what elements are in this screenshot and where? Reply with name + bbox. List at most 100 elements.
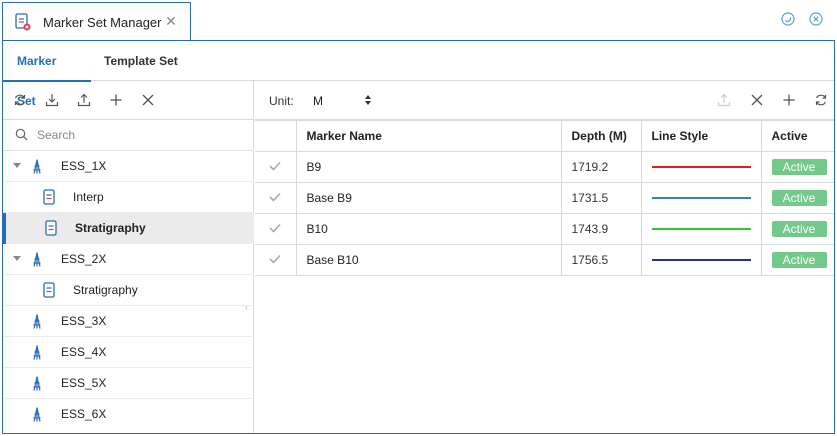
tree-item-label: ESS_6X xyxy=(61,407,107,421)
well-tree-pane: Search ESS_1X Interp Stratigraphy ESS_2X… xyxy=(3,81,254,433)
tree-item-label: ESS_1X xyxy=(61,159,107,173)
marker-set-icon xyxy=(15,13,31,31)
active-cell[interactable]: Active xyxy=(760,182,834,214)
tab-marker-set[interactable]: Marker Set xyxy=(3,41,91,108)
depth-cell[interactable]: 1743.9 xyxy=(560,213,642,245)
tree-item-label: Interp xyxy=(73,190,104,204)
marker-doc-icon xyxy=(43,282,55,298)
row-check-cell[interactable] xyxy=(255,151,297,183)
tree-item-label: Stratigraphy xyxy=(73,283,138,297)
tree-item-ess-5x[interactable]: ESS_5X xyxy=(3,368,254,399)
line-style-cell[interactable] xyxy=(640,151,762,183)
tree-item-stratigraphy-selected[interactable]: Stratigraphy xyxy=(3,213,254,244)
unit-label: Unit: xyxy=(269,94,294,108)
table-row[interactable]: B9 1719.2 Active xyxy=(255,151,834,183)
marker-name-cell[interactable]: Base B9 xyxy=(295,182,562,214)
expand-caret-icon[interactable] xyxy=(13,163,21,168)
well-icon xyxy=(33,345,41,360)
export-icon[interactable] xyxy=(77,93,91,107)
refresh-icon[interactable] xyxy=(13,93,27,107)
restore-icon[interactable] xyxy=(781,12,795,26)
subtab-bar: Marker Set Template Set xyxy=(3,41,834,108)
tree-item-label: ESS_2X xyxy=(61,252,107,266)
row-check-cell[interactable] xyxy=(255,182,297,214)
tree-item-ess-6x[interactable]: ESS_6X xyxy=(3,399,254,430)
tab-template-set[interactable]: Template Set xyxy=(104,41,184,81)
tree-item-stratigraphy[interactable]: Stratigraphy xyxy=(3,275,254,306)
well-icon xyxy=(33,407,41,422)
remove-marker-icon[interactable] xyxy=(750,93,764,107)
search-icon xyxy=(15,128,28,141)
check-icon[interactable] xyxy=(269,161,281,171)
search-box[interactable]: Search xyxy=(3,120,254,151)
column-header-line-style[interactable]: Line Style xyxy=(640,120,762,152)
line-style-swatch[interactable] xyxy=(651,197,751,199)
marker-name-cell[interactable]: B10 xyxy=(295,213,562,245)
tree-item-ess-4x[interactable]: ESS_4X xyxy=(3,337,254,368)
active-badge[interactable]: Active xyxy=(771,252,827,268)
line-style-swatch[interactable] xyxy=(651,166,751,168)
table-row[interactable]: Base B9 1731.5 Active xyxy=(255,182,834,214)
tab-template-set-label: Template Set xyxy=(104,54,178,68)
marker-table-pane: Unit: M Marker Name Depth (M) Line Style… xyxy=(255,81,834,433)
close-tab-icon[interactable]: ✕ xyxy=(164,14,178,28)
tree-item-ess-3x[interactable]: ESS_3X xyxy=(3,306,254,337)
line-style-swatch[interactable] xyxy=(651,228,751,230)
row-check-cell[interactable] xyxy=(255,244,297,276)
check-icon[interactable] xyxy=(269,223,281,233)
well-icon xyxy=(33,314,41,329)
column-header-marker-name[interactable]: Marker Name xyxy=(295,120,562,152)
table-row[interactable]: B10 1743.9 Active xyxy=(255,213,834,245)
close-window-icon[interactable] xyxy=(809,12,823,26)
import-icon[interactable] xyxy=(45,93,59,107)
tree-item-interp[interactable]: Interp xyxy=(3,182,254,213)
table-toolbar: Unit: M xyxy=(255,81,834,120)
depth-cell[interactable]: 1756.5 xyxy=(560,244,642,276)
search-input[interactable]: Search xyxy=(37,128,75,142)
main-panel: Marker Set Template Set Search ESS_1X In… xyxy=(2,40,835,434)
selection-indicator xyxy=(3,213,6,244)
tree-item-label: Stratigraphy xyxy=(75,221,146,235)
active-cell[interactable]: Active xyxy=(760,213,834,245)
row-check-cell[interactable] xyxy=(255,213,297,245)
marker-doc-icon xyxy=(45,220,57,236)
tree-item-label: ESS_4X xyxy=(61,345,107,359)
tree-item-label: ESS_3X xyxy=(61,314,107,328)
expand-caret-icon[interactable] xyxy=(13,256,21,261)
tree-item-ess-2x[interactable]: ESS_2X xyxy=(3,244,254,275)
refresh-table-icon[interactable] xyxy=(814,93,828,107)
select-arrows-icon[interactable] xyxy=(364,94,372,106)
active-badge[interactable]: Active xyxy=(771,159,827,175)
active-badge[interactable]: Active xyxy=(771,190,827,206)
column-header-active[interactable]: Active xyxy=(760,120,834,152)
table-header-row: Marker Name Depth (M) Line Style Active xyxy=(255,120,834,152)
delete-icon[interactable] xyxy=(141,93,155,107)
upload-icon xyxy=(717,93,731,107)
column-header-depth[interactable]: Depth (M) xyxy=(560,120,642,152)
add-marker-icon[interactable] xyxy=(782,93,796,107)
window-tab[interactable]: Marker Set Manager ✕ xyxy=(2,2,191,41)
line-style-cell[interactable] xyxy=(640,213,762,245)
active-cell[interactable]: Active xyxy=(760,244,834,276)
active-cell[interactable]: Active xyxy=(760,151,834,183)
line-style-cell[interactable] xyxy=(640,182,762,214)
depth-cell[interactable]: 1731.5 xyxy=(560,182,642,214)
marker-doc-icon xyxy=(43,189,55,205)
tree-item-ess-1x[interactable]: ESS_1X xyxy=(3,151,254,182)
line-style-cell[interactable] xyxy=(640,244,762,276)
add-icon[interactable] xyxy=(109,93,123,107)
marker-name-cell[interactable]: Base B10 xyxy=(295,244,562,276)
collapse-pane-icon[interactable]: ‹ xyxy=(245,303,251,312)
line-style-swatch[interactable] xyxy=(651,259,751,261)
window-title: Marker Set Manager xyxy=(43,14,162,30)
table-row[interactable]: Base B10 1756.5 Active xyxy=(255,244,834,276)
active-badge[interactable]: Active xyxy=(771,221,827,237)
column-header-select[interactable] xyxy=(255,120,297,152)
depth-cell[interactable]: 1719.2 xyxy=(560,151,642,183)
check-icon[interactable] xyxy=(269,192,281,202)
unit-select[interactable]: M xyxy=(313,94,323,108)
title-bar: Marker Set Manager ✕ xyxy=(0,0,837,41)
marker-name-cell[interactable]: B9 xyxy=(295,151,562,183)
check-icon[interactable] xyxy=(269,254,281,264)
well-icon xyxy=(33,376,41,391)
